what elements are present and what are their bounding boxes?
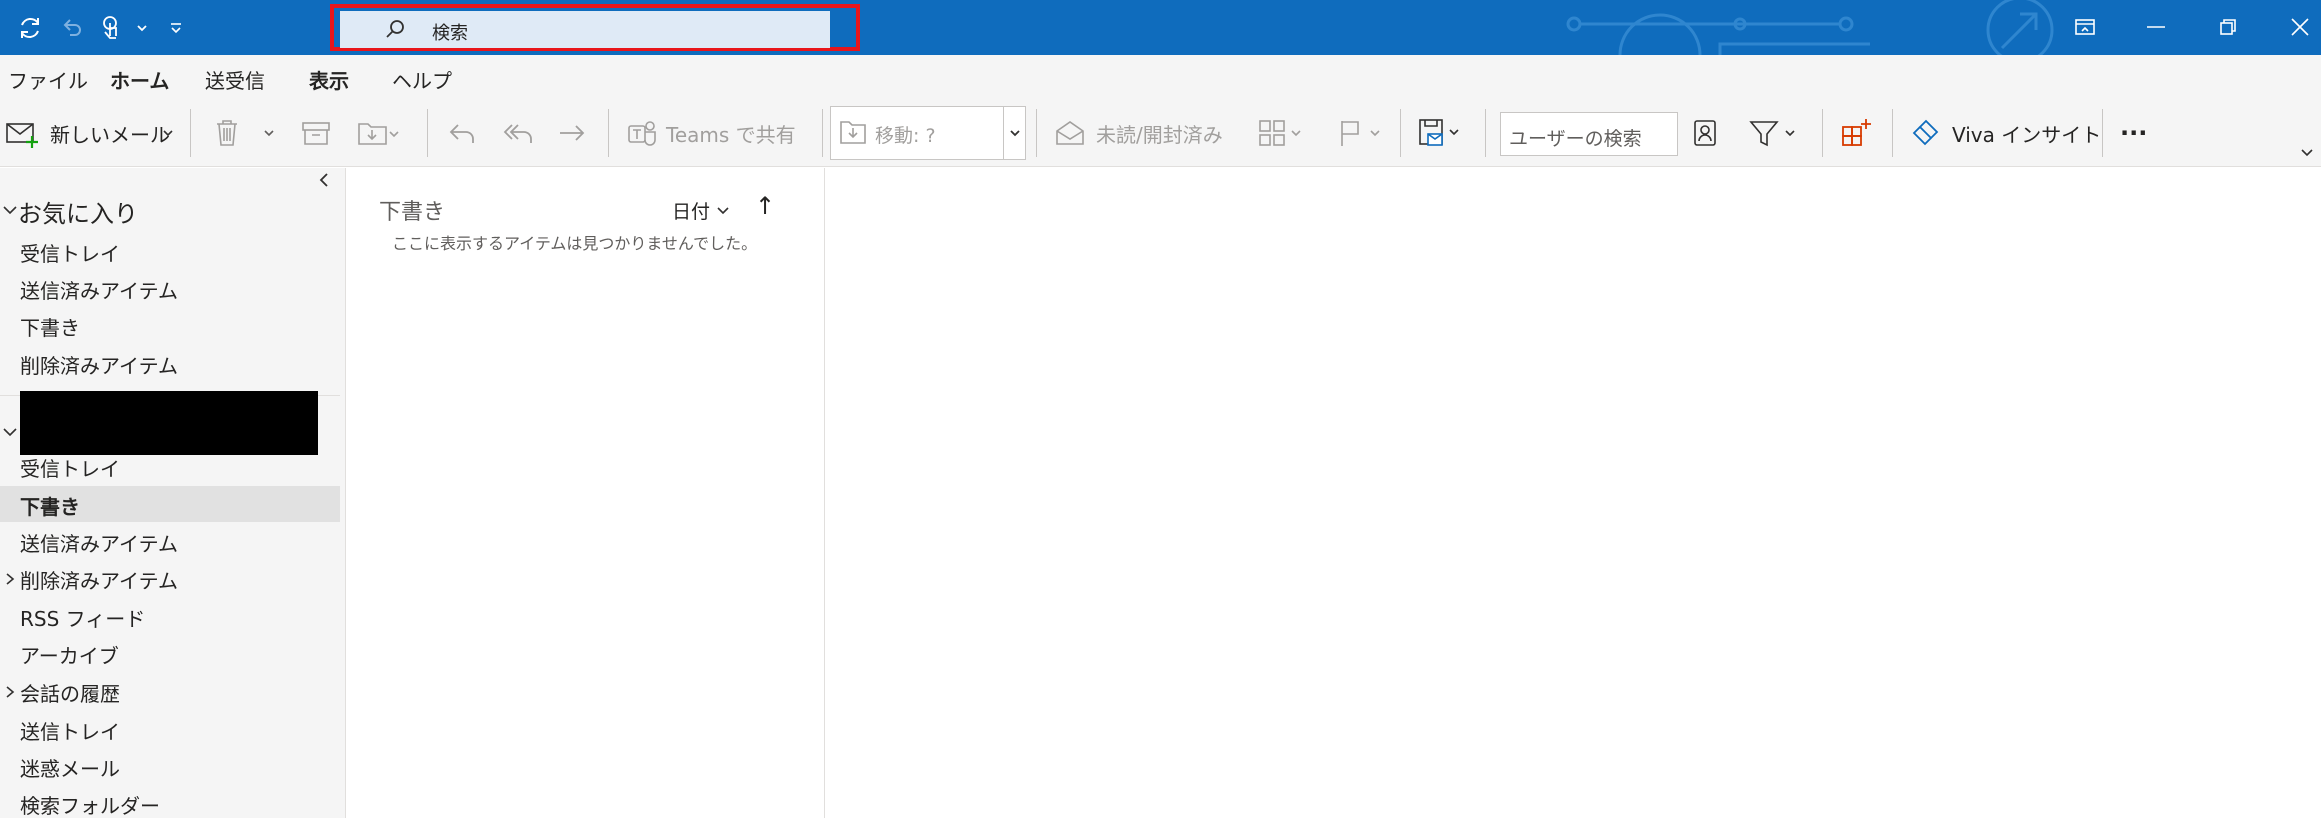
read-unread-label: 未読/開封済み — [1096, 122, 1223, 147]
ribbon-separator — [1892, 109, 1893, 157]
search-input[interactable]: 検索 — [340, 11, 830, 48]
nav-item-deleted[interactable]: 削除済みアイテム — [20, 350, 178, 379]
conversation-history-expand-icon[interactable] — [4, 684, 16, 703]
reading-pane — [826, 168, 2321, 818]
favorites-header[interactable]: お気に入り — [18, 194, 138, 229]
viva-insights-label: Viva インサイト — [1952, 122, 2102, 147]
viva-insights-icon — [1910, 118, 1942, 148]
forward-icon[interactable] — [556, 113, 588, 153]
categorize-icon[interactable] — [1258, 113, 1308, 153]
circuit-decoration-icon — [1566, 0, 2054, 55]
nav-item-drafts[interactable]: 下書き — [20, 312, 80, 341]
minimize-icon[interactable] — [2136, 10, 2176, 44]
ribbon-separator — [822, 109, 823, 157]
collapse-pane-icon[interactable] — [318, 172, 330, 192]
tab-view[interactable]: 表示 — [309, 65, 349, 94]
nav-item-rss[interactable]: RSS フィード — [20, 603, 145, 632]
ribbon: 新しいメール Teams で共有 未読/開封済み Viva インサイト ··· — [0, 99, 2321, 167]
nav-item-conversation-history[interactable]: 会話の履歴 — [20, 678, 120, 707]
account-chevron-icon[interactable] — [2, 424, 18, 443]
deleted-expand-icon[interactable] — [4, 571, 16, 590]
close-icon[interactable] — [2280, 10, 2320, 44]
user-search-input[interactable]: ユーザーの検索 — [1500, 112, 1678, 156]
nav-item-outbox[interactable]: 送信トレイ — [20, 716, 120, 745]
ribbon-separator — [2102, 109, 2103, 157]
folder-title: 下書き — [379, 200, 446, 225]
envelope-open-icon — [1054, 119, 1086, 147]
nav-item-account-deleted[interactable]: 削除済みアイテム — [20, 565, 178, 594]
new-mail-dropdown-icon[interactable] — [162, 113, 174, 153]
move-to-chevron-icon[interactable] — [1003, 107, 1025, 159]
more-options-button[interactable]: ··· — [2120, 113, 2147, 153]
nav-item-inbox[interactable]: 受信トレイ — [20, 238, 120, 267]
search-icon — [384, 19, 406, 45]
sort-chevron-icon — [716, 200, 730, 222]
folder-pane: お気に入り 受信トレイ 送信済みアイテム 下書き 削除済みアイテム 受信トレイ … — [0, 168, 346, 818]
ribbon-separator — [1036, 109, 1037, 157]
search-placeholder: 検索 — [432, 23, 468, 44]
ribbon-separator — [190, 109, 191, 157]
restore-icon[interactable] — [2208, 10, 2248, 44]
touch-mode-dropdown-icon[interactable] — [126, 12, 158, 44]
tab-home[interactable]: ホーム — [110, 65, 170, 102]
delete-dropdown-icon[interactable] — [263, 113, 275, 153]
tab-help[interactable]: ヘルプ — [392, 65, 452, 94]
sort-direction-button[interactable]: ↑ — [755, 192, 775, 220]
ribbon-separator — [1822, 109, 1823, 157]
reply-icon[interactable] — [446, 113, 478, 153]
undo-icon[interactable] — [56, 12, 88, 44]
ribbon-separator — [427, 109, 428, 157]
menu-tab-bar: ファイル ホーム 送受信 表示 ヘルプ — [0, 55, 2321, 102]
teams-share-button[interactable]: Teams で共有 — [626, 113, 796, 153]
viva-insights-button[interactable]: Viva インサイト — [1910, 113, 2101, 153]
nav-item-account-drafts[interactable]: 下書き — [20, 491, 80, 520]
rules-icon[interactable] — [1416, 113, 1466, 153]
ribbon-separator — [1400, 109, 1401, 157]
redacted-account-name — [20, 391, 318, 455]
delete-icon[interactable] — [214, 113, 240, 153]
nav-item-sent[interactable]: 送信済みアイテム — [20, 275, 178, 304]
teams-icon — [626, 118, 658, 148]
ribbon-separator — [1485, 109, 1486, 157]
get-add-ins-icon[interactable] — [1840, 113, 1874, 153]
customize-toolbar-icon[interactable] — [160, 12, 192, 44]
filter-email-icon[interactable] — [1748, 113, 1806, 153]
flag-icon[interactable] — [1338, 113, 1388, 153]
teams-share-label: Teams で共有 — [666, 122, 796, 147]
move-to-label: 移動: ? — [875, 125, 936, 147]
archive-icon[interactable] — [300, 113, 332, 153]
new-mail-label: 新しいメール — [50, 122, 170, 147]
nav-item-junk[interactable]: 迷惑メール — [20, 753, 120, 782]
address-book-icon[interactable] — [1692, 113, 1718, 153]
touch-mode-icon[interactable] — [96, 12, 128, 44]
favorites-chevron-icon[interactable] — [2, 202, 18, 221]
sync-icon[interactable] — [14, 12, 46, 44]
sort-by-label: 日付 — [672, 201, 711, 223]
nav-item-search-folders[interactable]: 検索フォルダー — [20, 790, 160, 819]
sort-by-button[interactable]: 日付 — [672, 197, 730, 224]
tab-home-label: ホーム — [110, 69, 170, 93]
new-mail-icon — [4, 118, 40, 148]
reply-all-icon[interactable] — [502, 113, 536, 153]
ribbon-separator — [608, 109, 609, 157]
move-folder-icon — [839, 117, 869, 151]
empty-list-message: ここに表示するアイテムは見つかりませんでした。 — [392, 234, 758, 253]
tab-send-receive[interactable]: 送受信 — [205, 65, 265, 94]
new-mail-button[interactable]: 新しいメール — [4, 113, 170, 153]
search-highlight-box: 検索 — [330, 4, 860, 51]
tab-file[interactable]: ファイル — [8, 65, 88, 94]
move-to-dropdown[interactable]: 移動: ? — [830, 106, 1026, 160]
title-bar: 検索 — [0, 0, 2321, 55]
user-search-placeholder: ユーザーの検索 — [1509, 128, 1642, 150]
ribbon-display-options-icon[interactable] — [2065, 10, 2105, 44]
nav-item-archive[interactable]: アーカイブ — [20, 640, 119, 669]
collapse-ribbon-icon[interactable] — [2300, 133, 2314, 173]
move-to-folder-icon[interactable] — [356, 113, 400, 153]
nav-item-account-inbox[interactable]: 受信トレイ — [20, 453, 120, 482]
nav-item-account-sent[interactable]: 送信済みアイテム — [20, 528, 178, 557]
read-unread-button[interactable]: 未読/開封済み — [1054, 113, 1223, 153]
message-list: 下書き 日付 ↑ ここに表示するアイテムは見つかりませんでした。 — [347, 168, 825, 818]
